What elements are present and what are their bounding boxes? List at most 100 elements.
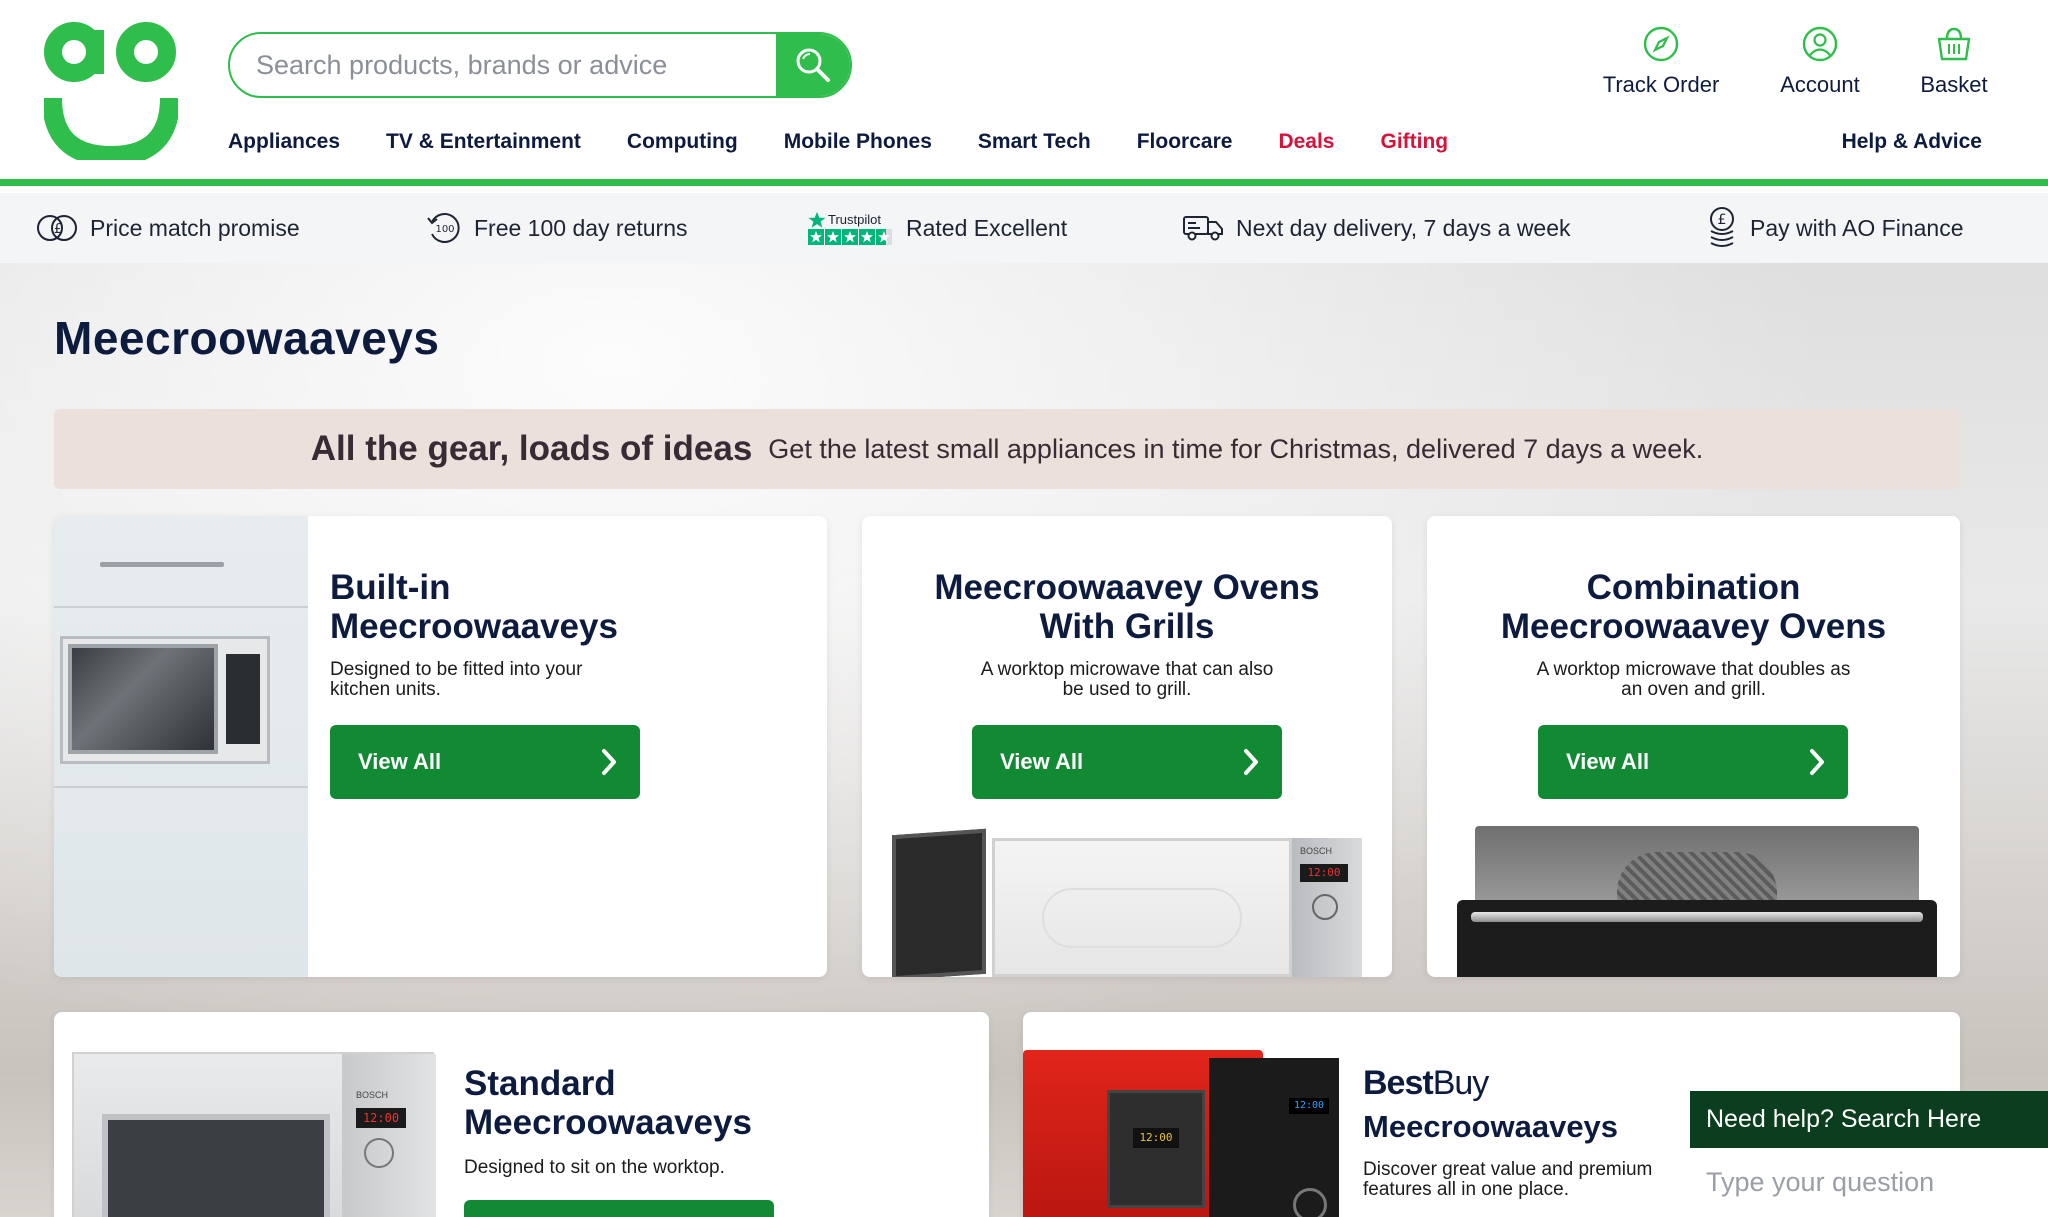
card-standard-desc: Designed to sit on the worktop. xyxy=(464,1157,725,1178)
price-match-icon: £ xyxy=(37,215,77,241)
nav-item-appliances[interactable]: Appliances xyxy=(228,130,340,164)
usp-bar: £ Price match promise 100 Free 100 day r… xyxy=(0,193,2048,263)
view-all-standard-button[interactable] xyxy=(464,1200,774,1217)
svg-text:£: £ xyxy=(1718,212,1727,228)
track-order-link[interactable]: Track Order xyxy=(1596,26,1726,98)
trustpilot-star-icon xyxy=(808,211,826,228)
standard-bosch-label: BOSCH xyxy=(356,1090,389,1100)
card-ovens-with-grills[interactable]: Meecroowaavey Ovens With Grills A workto… xyxy=(862,516,1392,977)
card-combination-title-line2: Meecroowaavey Ovens xyxy=(1500,607,1887,646)
user-icon xyxy=(1802,26,1838,62)
bestbuy-logo: BestBuy xyxy=(1363,1064,1703,1103)
black-display: 12:00 xyxy=(1289,1098,1329,1114)
card-bestbuy-title: Meecroowaaveys xyxy=(1363,1109,1619,1144)
nav-item-help-advice[interactable]: Help & Advice xyxy=(1842,130,1982,154)
chat-header[interactable]: Need help? Search Here xyxy=(1690,1091,2048,1148)
built-in-microwave-image xyxy=(54,516,308,977)
card-grills-desc-line1: A worktop microwave that can also xyxy=(980,659,1274,680)
returns-icon: 100 xyxy=(427,213,460,243)
view-all-grills-button[interactable]: View All xyxy=(972,725,1282,799)
returns-badge-text: 100 xyxy=(435,224,454,235)
card-grills-title-line1: Meecroowaavey Ovens xyxy=(934,568,1320,607)
chevron-right-icon xyxy=(1810,749,1824,775)
card-standard-title-line1: Standard xyxy=(464,1064,616,1103)
account-label: Account xyxy=(1780,72,1860,97)
svg-text:£: £ xyxy=(54,222,62,237)
standard-microwave-image: BOSCH 12:00 xyxy=(72,1052,436,1217)
card-built-in[interactable]: Built-in Meecroowaaveys Designed to be f… xyxy=(54,516,827,977)
card-combination-desc-line2: an oven and grill. xyxy=(1621,679,1766,700)
chat-question-input[interactable] xyxy=(1690,1148,2048,1217)
card-built-in-title-line2: Meecroowaaveys xyxy=(330,607,618,646)
view-all-label: View All xyxy=(1566,749,1650,774)
card-grills-desc-line2: be used to grill. xyxy=(1062,679,1192,700)
nav-item-smart-tech[interactable]: Smart Tech xyxy=(978,130,1091,164)
usp-price-match-text: Price match promise xyxy=(90,214,300,241)
ao-logo-icon[interactable] xyxy=(44,22,178,160)
grill-microwave-image: BOSCH 12:00 xyxy=(892,828,1368,977)
standard-display: 12:00 xyxy=(356,1108,406,1128)
trustpilot-brand: Trustpilot xyxy=(828,212,881,227)
card-standard-title-line2: Meecroowaaveys xyxy=(464,1103,752,1142)
nav-item-mobile-phones[interactable]: Mobile Phones xyxy=(784,130,932,164)
bestbuy-logo-light: Buy xyxy=(1432,1064,1490,1102)
card-bestbuy-desc-line2: features all in one place. xyxy=(1363,1179,1569,1200)
trustpilot-rating-icon xyxy=(808,228,892,245)
nav-item-gifting[interactable]: Gifting xyxy=(1380,130,1448,164)
bestbuy-logo-bold: Best xyxy=(1363,1064,1434,1102)
usp-finance-text: Pay with AO Finance xyxy=(1750,214,1964,241)
search-icon xyxy=(796,48,830,82)
trustpilot-logo: Trustpilot xyxy=(808,211,894,246)
basket-icon xyxy=(1937,27,1971,61)
search-input[interactable] xyxy=(230,34,776,96)
usp-delivery-text: Next day delivery, 7 days a week xyxy=(1236,214,1571,241)
account-link[interactable]: Account xyxy=(1768,26,1872,98)
search-bar xyxy=(228,32,852,98)
bosch-label: BOSCH xyxy=(1300,846,1333,856)
usp-returns[interactable]: 100 Free 100 day returns xyxy=(426,193,688,263)
promo-banner[interactable]: All the gear, loads of ideas Get the lat… xyxy=(54,409,1960,489)
card-grills-title-line2: With Grills xyxy=(1039,607,1215,646)
nav-item-computing[interactable]: Computing xyxy=(627,130,738,164)
card-combination-ovens[interactable]: Combination Meecroowaavey Ovens A workto… xyxy=(1427,516,1960,977)
promo-text: Get the latest small appliances in time … xyxy=(768,433,1704,464)
nav-item-tv-entertainment[interactable]: TV & Entertainment xyxy=(386,130,581,164)
nav-item-floorcare[interactable]: Floorcare xyxy=(1137,130,1233,164)
nav-item-deals[interactable]: Deals xyxy=(1278,130,1334,164)
usp-price-match[interactable]: £ Price match promise xyxy=(36,193,300,263)
search-button[interactable] xyxy=(776,34,850,96)
promo-headline: All the gear, loads of ideas xyxy=(310,429,753,468)
card-combination-desc-line1: A worktop microwave that doubles as xyxy=(1536,659,1851,680)
view-all-label: View All xyxy=(358,749,442,774)
card-combination-title-line1: Combination xyxy=(1586,568,1801,607)
usp-rated-text: Rated Excellent xyxy=(906,214,1068,241)
view-all-built-in-button[interactable]: View All xyxy=(330,725,640,799)
usp-delivery[interactable]: Next day delivery, 7 days a week xyxy=(1182,193,1571,263)
card-built-in-desc-line1: Designed to be fitted into your xyxy=(330,659,583,680)
main-nav: Appliances TV & Entertainment Computing … xyxy=(228,130,1494,164)
black-microwave-image: 12:00 xyxy=(1209,1058,1339,1217)
card-built-in-desc-line2: kitchen units. xyxy=(330,679,441,700)
site-header: Track Order Account Basket Appliances TV… xyxy=(0,0,2048,186)
red-display: 12:00 xyxy=(1133,1128,1179,1148)
usp-returns-text: Free 100 day returns xyxy=(474,214,688,241)
delivery-truck-icon xyxy=(1183,216,1223,241)
category-hero: Meecroowaaveys All the gear, loads of id… xyxy=(0,263,2048,1217)
track-order-label: Track Order xyxy=(1602,72,1720,97)
combination-oven-image xyxy=(1457,826,1937,977)
usp-finance[interactable]: £ Pay with AO Finance xyxy=(1706,193,1964,263)
chevron-right-icon xyxy=(602,749,616,775)
card-built-in-title-line1: Built-in xyxy=(330,568,451,607)
usp-trustpilot[interactable]: Trustpilot Rated Excellent xyxy=(808,193,1067,263)
page-title: Meecroowaaveys xyxy=(54,312,440,364)
finance-coins-icon: £ xyxy=(1710,207,1734,247)
chevron-right-icon xyxy=(1244,749,1258,775)
card-bestbuy-desc-line1: Discover great value and premium xyxy=(1363,1159,1653,1180)
view-all-combination-button[interactable]: View All xyxy=(1538,725,1848,799)
basket-link[interactable]: Basket xyxy=(1908,26,2000,98)
grill-display: 12:00 xyxy=(1300,864,1348,882)
basket-label: Basket xyxy=(1920,72,1988,97)
help-chat-widget: Need help? Search Here xyxy=(1690,1091,2048,1217)
card-standard[interactable]: BOSCH 12:00 Standard Meecroowaaveys Desi… xyxy=(54,1012,989,1217)
view-all-label: View All xyxy=(1000,749,1084,774)
